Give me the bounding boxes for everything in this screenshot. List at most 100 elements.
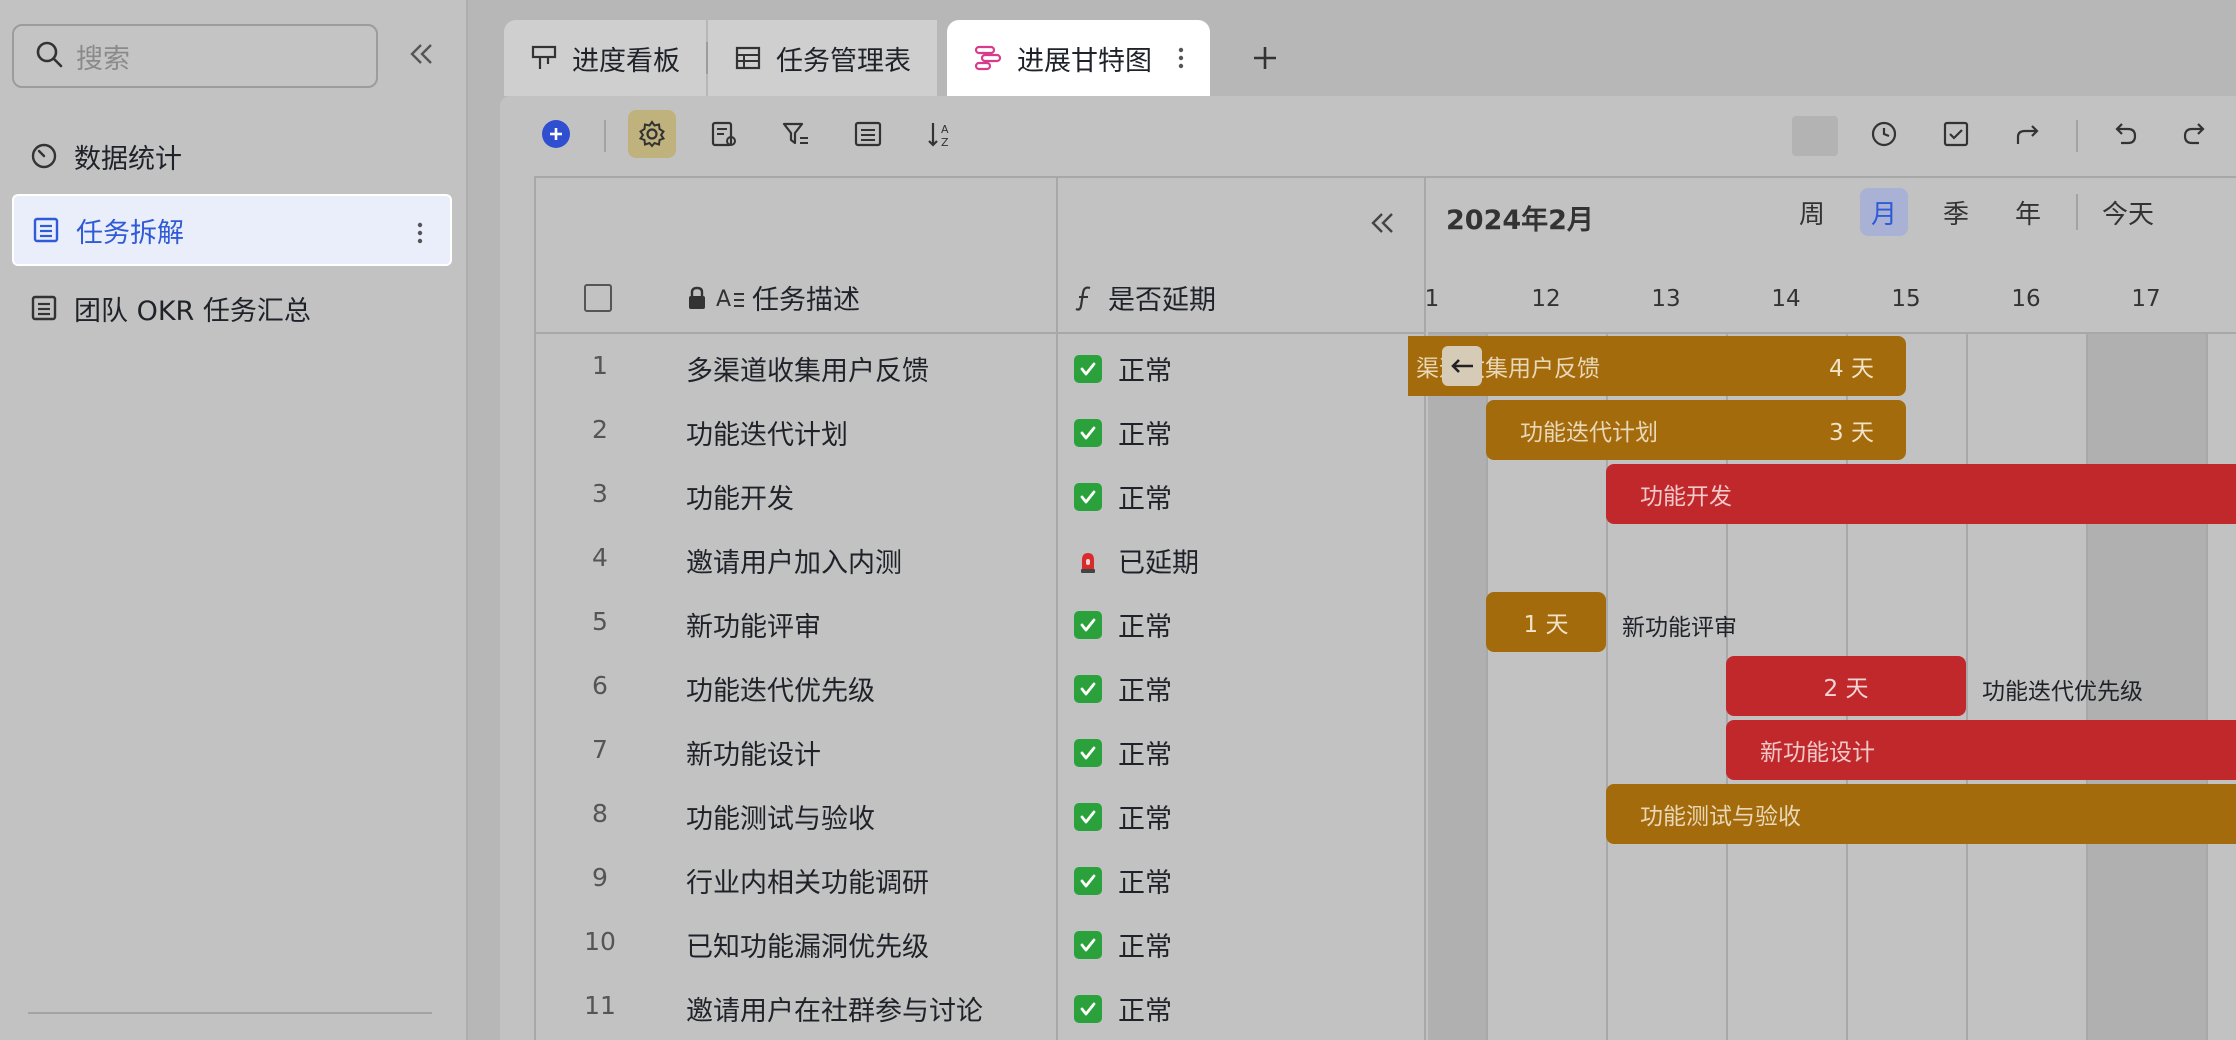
check-mark-icon <box>1074 930 1102 959</box>
arrow-left-icon <box>1451 359 1473 373</box>
column-header-label: 是否延期 <box>1108 285 1216 316</box>
view-week-button[interactable]: 周 <box>1788 188 1836 236</box>
toolbar-divider <box>604 120 606 152</box>
sidebar-item-task-breakdown[interactable]: 任务拆解 <box>12 194 452 266</box>
day-label: 14 <box>1771 286 1801 312</box>
collapse-table-button[interactable] <box>1370 212 1396 238</box>
view-tabs: 进度看板 任务管理表 进展甘特图 <box>504 20 1320 96</box>
select-all-checkbox[interactable] <box>584 284 612 312</box>
table-row[interactable]: 11 邀请用户在社群参与讨论 正常 <box>536 974 1426 1038</box>
gantt-bar[interactable]: 新功能设计 <box>1726 720 2236 780</box>
table-icon <box>30 214 62 246</box>
table-row[interactable]: 2 功能迭代计划 正常 <box>536 398 1426 462</box>
gantt-bar[interactable]: 功能开发 <box>1606 464 2236 524</box>
grid-icon <box>734 44 762 72</box>
sidebar-item-okr[interactable]: 团队 OKR 任务汇总 <box>12 272 452 344</box>
gantt-bar[interactable]: 功能迭代计划 3 天 <box>1486 400 1906 460</box>
task-check-button[interactable] <box>1932 110 1980 158</box>
task-description: 功能开发 <box>686 484 794 515</box>
table-row[interactable]: 10 已知功能漏洞优先级 正常 <box>536 910 1426 974</box>
main-panel: AZ A 任务描述 是否延期 1 多渠道收集用户反馈 正常 2 功能迭代计划 正… <box>500 96 2236 1040</box>
table-row[interactable]: 6 功能迭代优先级 正常 <box>536 654 1426 718</box>
view-year-button[interactable]: 年 <box>2004 188 2052 236</box>
sidebar-item-stats[interactable]: 数据统计 <box>12 120 452 192</box>
tab-gantt[interactable]: 进展甘特图 <box>947 20 1210 96</box>
search-box[interactable]: 搜索 <box>12 24 378 88</box>
column-header-delay[interactable]: 是否延期 <box>1074 278 1216 317</box>
field-settings-icon <box>711 121 736 147</box>
check-mark-icon <box>1074 610 1102 639</box>
status-label: 正常 <box>1118 676 1172 707</box>
table-row[interactable]: 5 新功能评审 正常 <box>536 590 1426 654</box>
redo-button[interactable] <box>2172 110 2220 158</box>
settings-button[interactable] <box>628 110 676 158</box>
gantt-bar[interactable]: 2 天 <box>1726 656 1966 716</box>
svg-text:A: A <box>716 287 731 312</box>
column-header-description[interactable]: A 任务描述 <box>686 278 860 317</box>
view-month-button[interactable]: 月 <box>1860 188 1908 236</box>
check-mark-icon <box>1074 738 1102 767</box>
add-circle-icon <box>542 120 570 148</box>
task-description: 功能迭代计划 <box>686 420 848 451</box>
view-divider <box>2076 194 2078 230</box>
tab-kanban[interactable]: 进度看板 <box>504 20 706 96</box>
table-row[interactable]: 9 行业内相关功能调研 正常 <box>536 846 1426 910</box>
table-row[interactable]: 4 邀请用户加入内测 已延期 <box>536 526 1426 590</box>
tab-label: 进展甘特图 <box>1017 45 1152 77</box>
collapse-sidebar-button[interactable] <box>400 32 444 76</box>
group-button[interactable] <box>844 110 892 158</box>
task-description: 邀请用户在社群参与讨论 <box>686 996 983 1027</box>
gantt-bar-label: 功能迭代计划 <box>1520 420 1658 446</box>
sort-button[interactable]: AZ <box>916 110 964 158</box>
search-icon <box>34 39 64 73</box>
sidebar-divider <box>28 1012 432 1014</box>
table-icon <box>28 292 60 324</box>
table-row[interactable]: 3 功能开发 正常 <box>536 462 1426 526</box>
row-number: 7 <box>592 735 608 764</box>
share-button[interactable] <box>2004 110 2052 158</box>
day-label: 17 <box>2131 286 2161 312</box>
more-icon[interactable] <box>408 218 432 248</box>
status-label: 正常 <box>1118 612 1172 643</box>
task-description: 邀请用户加入内测 <box>686 548 902 579</box>
undo-button[interactable] <box>2100 110 2148 158</box>
sidebar-item-label: 任务拆解 <box>76 217 184 249</box>
gantt-month-title: 2024年2月 <box>1446 205 1594 236</box>
today-button[interactable]: 今天 <box>2102 194 2154 231</box>
table-row[interactable]: 1 多渠道收集用户反馈 正常 <box>536 334 1426 398</box>
field-settings-button[interactable] <box>700 110 748 158</box>
scroll-to-bar-button[interactable] <box>1442 346 1482 386</box>
gantt-bar[interactable]: 功能测试与验收 <box>1606 784 2236 844</box>
add-record-button[interactable] <box>532 110 580 158</box>
sort-icon: AZ <box>928 123 949 149</box>
view-quarter-button[interactable]: 季 <box>1932 188 1980 236</box>
gantt-bar[interactable]: 渠道收集用户反馈 4 天 <box>1408 336 1906 396</box>
tab-task-table[interactable]: 任务管理表 <box>708 20 937 96</box>
undo-icon <box>2115 123 2137 145</box>
filter-icon <box>782 122 808 145</box>
task-description: 功能迭代优先级 <box>686 676 875 707</box>
table-row[interactable]: 7 新功能设计 正常 <box>536 718 1426 782</box>
delay-status: 正常 <box>1074 413 1172 452</box>
more-icon[interactable] <box>1178 46 1184 70</box>
share-icon <box>2016 125 2039 144</box>
gantt-gridline <box>2206 334 2208 1040</box>
delay-status: 正常 <box>1074 733 1172 772</box>
table-row[interactable]: 8 功能测试与验收 正常 <box>536 782 1426 846</box>
filter-button[interactable] <box>772 110 820 158</box>
check-mark-icon <box>1074 674 1102 703</box>
day-label: 12 <box>1531 286 1561 312</box>
gear-icon <box>638 120 666 148</box>
check-mark-icon <box>1074 802 1102 831</box>
history-button[interactable] <box>1860 110 1908 158</box>
add-view-button[interactable] <box>1210 20 1320 96</box>
status-label: 正常 <box>1118 420 1172 451</box>
search-input[interactable]: 搜索 <box>76 37 130 76</box>
gantt-bar[interactable]: 1 天 <box>1486 592 1606 652</box>
delay-status: 已延期 <box>1074 541 1199 580</box>
task-description: 新功能设计 <box>686 740 821 771</box>
svg-text:Z: Z <box>941 136 949 149</box>
gantt-gridline <box>1966 334 1968 1040</box>
tab-label: 进度看板 <box>572 45 680 77</box>
row-number: 8 <box>592 799 608 828</box>
